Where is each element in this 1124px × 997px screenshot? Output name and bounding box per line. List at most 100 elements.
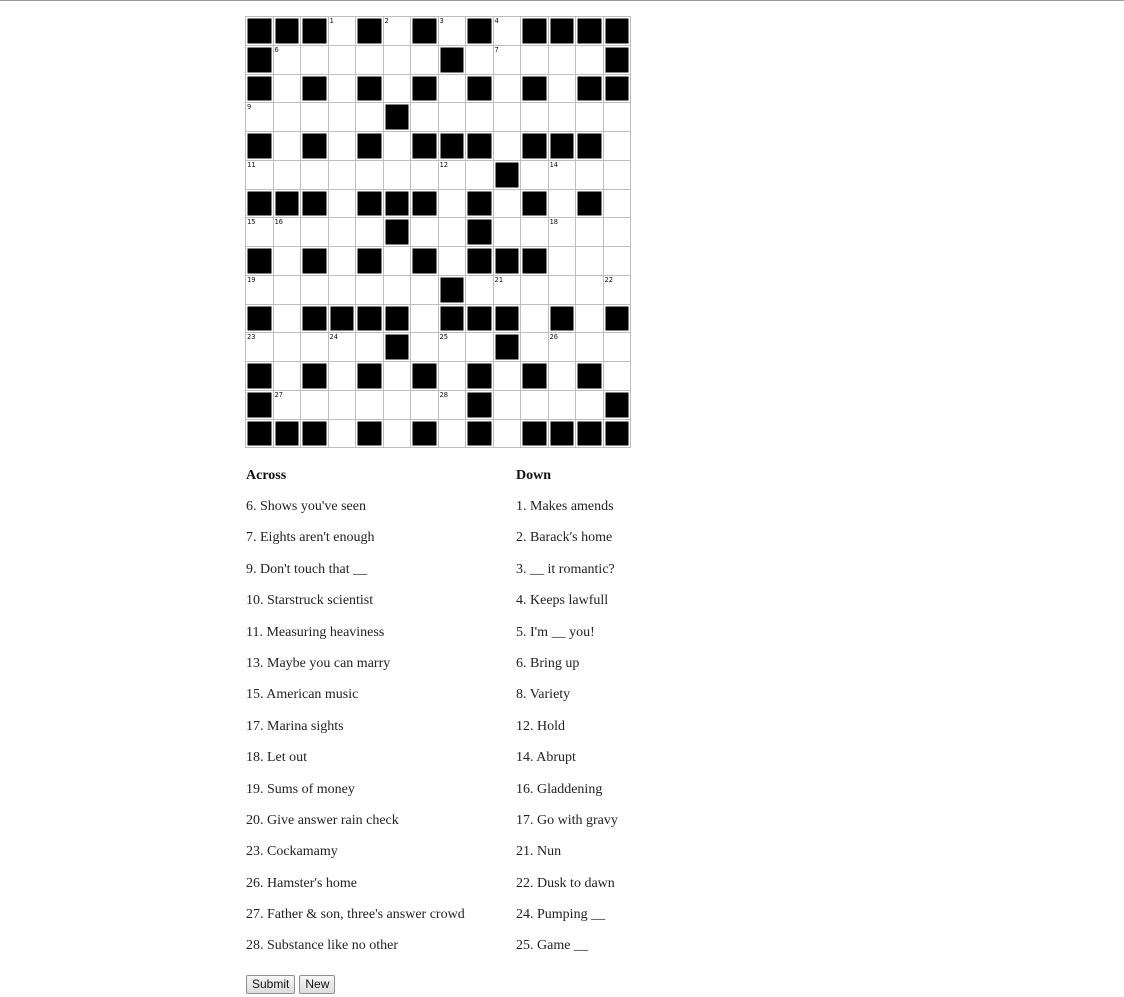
letter-cell[interactable] [548,45,576,75]
letter-cell[interactable]: 3 [438,17,466,46]
letter-cell[interactable] [356,218,384,247]
letter-cell[interactable]: 22 [603,275,631,305]
letter-cell[interactable] [576,103,604,132]
letter-cell[interactable] [493,132,521,161]
letter-cell[interactable]: 11 [246,160,274,190]
down-clue[interactable]: 12. Hold [516,718,776,749]
across-clue[interactable]: 13. Maybe you can marry [246,655,506,686]
letter-cell[interactable]: 1 [328,17,356,46]
down-clue[interactable]: 24. Pumping __ [516,906,776,937]
letter-cell[interactable] [383,390,411,420]
letter-cell[interactable] [273,132,301,161]
letter-cell[interactable]: 27 [273,390,301,420]
letter-cell[interactable] [603,218,631,247]
across-clue[interactable]: 20. Give answer rain check [246,812,506,843]
across-clue[interactable]: 6. Shows you've seen [246,498,506,529]
letter-cell[interactable] [438,189,466,219]
letter-cell[interactable] [383,132,411,161]
letter-cell[interactable] [576,247,604,276]
letter-cell[interactable] [466,333,494,362]
letter-cell[interactable] [273,362,301,391]
letter-cell[interactable] [466,103,494,132]
letter-cell[interactable] [466,45,494,75]
letter-cell[interactable] [383,247,411,276]
letter-cell[interactable] [576,160,604,190]
letter-cell[interactable] [328,160,356,190]
down-clue[interactable]: 3. __ it romantic? [516,561,776,592]
letter-cell[interactable] [466,160,494,190]
letter-cell[interactable] [493,218,521,247]
letter-cell[interactable] [328,132,356,161]
across-clue[interactable]: 9. Don't touch that __ [246,561,506,592]
submit-button[interactable]: Submit [246,975,296,994]
letter-cell[interactable] [576,333,604,362]
letter-cell[interactable] [521,333,549,362]
letter-cell[interactable] [493,74,521,104]
letter-cell[interactable] [411,160,439,190]
letter-cell[interactable] [521,304,549,334]
letter-cell[interactable] [521,390,549,420]
letter-cell[interactable] [301,218,329,247]
letter-cell[interactable] [356,160,384,190]
letter-cell[interactable]: 26 [548,333,576,362]
letter-cell[interactable] [301,45,329,75]
letter-cell[interactable] [301,103,329,132]
letter-cell[interactable] [493,390,521,420]
letter-cell[interactable] [273,160,301,190]
down-clue[interactable]: 17. Go with gravy [516,812,776,843]
letter-cell[interactable] [576,275,604,305]
new-puzzle-button[interactable]: New [299,975,336,994]
across-clue[interactable]: 27. Father & son, three's answer crowd [246,906,506,937]
across-clue[interactable]: 17. Marina sights [246,718,506,749]
letter-cell[interactable] [521,160,549,190]
letter-cell[interactable] [521,275,549,305]
letter-cell[interactable]: 9 [246,103,274,132]
letter-cell[interactable] [603,333,631,362]
letter-cell[interactable] [521,218,549,247]
letter-cell[interactable] [603,103,631,132]
down-clue[interactable]: 14. Abrupt [516,749,776,780]
letter-cell[interactable] [438,419,466,449]
letter-cell[interactable] [438,362,466,391]
letter-cell[interactable] [273,333,301,362]
down-clue[interactable]: 5. I'm __ you! [516,624,776,655]
letter-cell[interactable] [328,103,356,132]
letter-cell[interactable]: 2 [383,17,411,46]
letter-cell[interactable] [383,74,411,104]
letter-cell[interactable]: 4 [493,17,521,46]
letter-cell[interactable] [328,247,356,276]
letter-cell[interactable] [411,45,439,75]
letter-cell[interactable] [548,74,576,104]
letter-cell[interactable]: 24 [328,333,356,362]
letter-cell[interactable] [576,390,604,420]
letter-cell[interactable]: 21 [493,275,521,305]
letter-cell[interactable] [273,247,301,276]
letter-cell[interactable] [328,218,356,247]
letter-cell[interactable]: 16 [273,218,301,247]
letter-cell[interactable] [603,160,631,190]
letter-cell[interactable] [411,103,439,132]
letter-cell[interactable]: 14 [548,160,576,190]
letter-cell[interactable] [548,390,576,420]
letter-cell[interactable] [356,103,384,132]
letter-cell[interactable] [466,275,494,305]
letter-cell[interactable] [301,333,329,362]
letter-cell[interactable] [576,304,604,334]
letter-cell[interactable] [273,304,301,334]
letter-cell[interactable] [521,103,549,132]
letter-cell[interactable] [328,74,356,104]
letter-cell[interactable] [548,275,576,305]
letter-cell[interactable]: 15 [246,218,274,247]
letter-cell[interactable] [328,390,356,420]
across-clue[interactable]: 23. Cockamamy [246,843,506,874]
letter-cell[interactable] [301,160,329,190]
letter-cell[interactable]: 19 [246,275,274,305]
letter-cell[interactable] [356,390,384,420]
letter-cell[interactable] [356,45,384,75]
letter-cell[interactable] [356,333,384,362]
letter-cell[interactable] [603,189,631,219]
letter-cell[interactable] [493,189,521,219]
letter-cell[interactable] [411,390,439,420]
across-clue[interactable]: 10. Starstruck scientist [246,592,506,623]
down-clue[interactable]: 25. Game __ [516,937,776,968]
